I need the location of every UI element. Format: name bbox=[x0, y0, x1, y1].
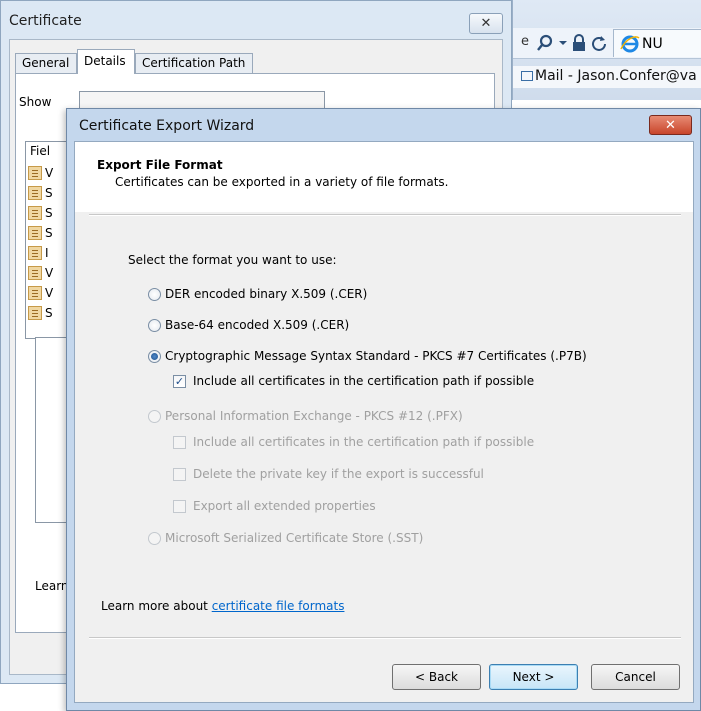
close-icon: ✕ bbox=[480, 16, 492, 31]
browser-tab[interactable]: NU bbox=[613, 29, 701, 57]
field-label: S bbox=[45, 226, 53, 240]
learn-more: Learn more about certificate file format… bbox=[101, 599, 344, 613]
radio-button-icon bbox=[148, 410, 161, 423]
address-bar-tail[interactable]: e bbox=[521, 34, 529, 49]
certificate-field-icon bbox=[28, 306, 42, 320]
learn-more-prefix: Learn more about bbox=[101, 599, 212, 613]
radio-pkcs12-label: Personal Information Exchange - PKCS #12… bbox=[165, 409, 463, 423]
fields-column-header[interactable]: Fiel bbox=[30, 144, 50, 158]
show-label: Show bbox=[19, 95, 52, 109]
radio-button-icon bbox=[148, 532, 161, 545]
page-title: Export File Format bbox=[97, 158, 223, 172]
field-label: V bbox=[45, 266, 54, 280]
radio-pkcs7-label[interactable]: Cryptographic Message Syntax Standard - … bbox=[165, 349, 587, 363]
checkbox-delete-private-key-label: Delete the private key if the export is … bbox=[193, 467, 484, 481]
wizard-body: Export File Format Certificates can be e… bbox=[74, 141, 694, 703]
next-button[interactable]: Next > bbox=[489, 664, 578, 690]
mail-icon bbox=[521, 71, 533, 81]
certificate-export-wizard: Certificate Export Wizard ✕ Export File … bbox=[66, 108, 701, 711]
certificate-formats-link[interactable]: certificate file formats bbox=[212, 599, 345, 613]
browser-tab-label: NU bbox=[642, 36, 663, 52]
certificate-field-icon bbox=[28, 226, 42, 240]
favorites-mail-label: Mail - Jason.Confer@va bbox=[535, 68, 697, 84]
field-label: V bbox=[45, 166, 54, 180]
favorites-bar: Mail - Jason.Confer@va bbox=[513, 66, 701, 88]
certificate-close-button[interactable]: ✕ bbox=[469, 13, 503, 34]
radio-button-icon[interactable] bbox=[148, 288, 161, 301]
back-button[interactable]: < Back bbox=[392, 664, 481, 690]
certificate-field-icon bbox=[28, 266, 42, 280]
favorites-mail-item[interactable]: Mail - Jason.Confer@va bbox=[521, 68, 697, 84]
tab-certification-path[interactable]: Certification Path bbox=[135, 53, 253, 73]
radio-sst-label: Microsoft Serialized Certificate Store (… bbox=[165, 531, 424, 545]
field-label: S bbox=[45, 306, 53, 320]
certificate-field-icon bbox=[28, 206, 42, 220]
close-icon: ✕ bbox=[665, 117, 676, 133]
certificate-dialog-title: Certificate bbox=[9, 13, 82, 29]
wizard-close-button[interactable]: ✕ bbox=[649, 115, 692, 135]
field-label: I bbox=[45, 246, 49, 260]
radio-der-label[interactable]: DER encoded binary X.509 (.CER) bbox=[165, 287, 367, 301]
wizard-title: Certificate Export Wizard bbox=[79, 118, 255, 134]
ie-icon bbox=[620, 34, 640, 57]
radio-button-icon[interactable] bbox=[148, 319, 161, 332]
certificate-field-icon bbox=[28, 186, 42, 200]
header-divider bbox=[89, 214, 681, 216]
checkbox-export-extended-label: Export all extended properties bbox=[193, 499, 376, 513]
checkbox-pfx-include-all-label: Include all certificates in the certific… bbox=[193, 435, 535, 449]
learn-more-link-partial[interactable]: Learn bbox=[35, 579, 69, 593]
certificate-field-icon bbox=[28, 166, 42, 180]
checkbox-icon bbox=[173, 436, 186, 449]
search-icon[interactable] bbox=[535, 33, 555, 53]
checkmark-icon[interactable]: ✓ bbox=[173, 375, 186, 388]
tab-details[interactable]: Details bbox=[77, 49, 135, 74]
certificate-field-icon bbox=[28, 286, 42, 300]
refresh-icon[interactable] bbox=[589, 33, 609, 53]
radio-base64-label[interactable]: Base-64 encoded X.509 (.CER) bbox=[165, 318, 349, 332]
radio-button-selected-icon[interactable] bbox=[148, 350, 161, 363]
footer-divider bbox=[89, 637, 681, 639]
checkbox-icon bbox=[173, 468, 186, 481]
checkbox-p7b-include-all-label[interactable]: Include all certificates in the certific… bbox=[193, 374, 534, 388]
browser-window: e NU Mail - Jason.Confer@va bbox=[512, 0, 701, 100]
page-subtitle: Certificates can be exported in a variet… bbox=[115, 175, 449, 189]
field-label: S bbox=[45, 186, 53, 200]
field-label: V bbox=[45, 286, 54, 300]
format-prompt: Select the format you want to use: bbox=[128, 253, 337, 267]
checkbox-icon bbox=[173, 500, 186, 513]
lock-icon[interactable] bbox=[569, 33, 589, 53]
tab-general[interactable]: General bbox=[15, 53, 77, 73]
wizard-header: Export File Format Certificates can be e… bbox=[75, 142, 693, 212]
field-label: S bbox=[45, 206, 53, 220]
cancel-button[interactable]: Cancel bbox=[591, 664, 680, 690]
certificate-field-icon bbox=[28, 246, 42, 260]
